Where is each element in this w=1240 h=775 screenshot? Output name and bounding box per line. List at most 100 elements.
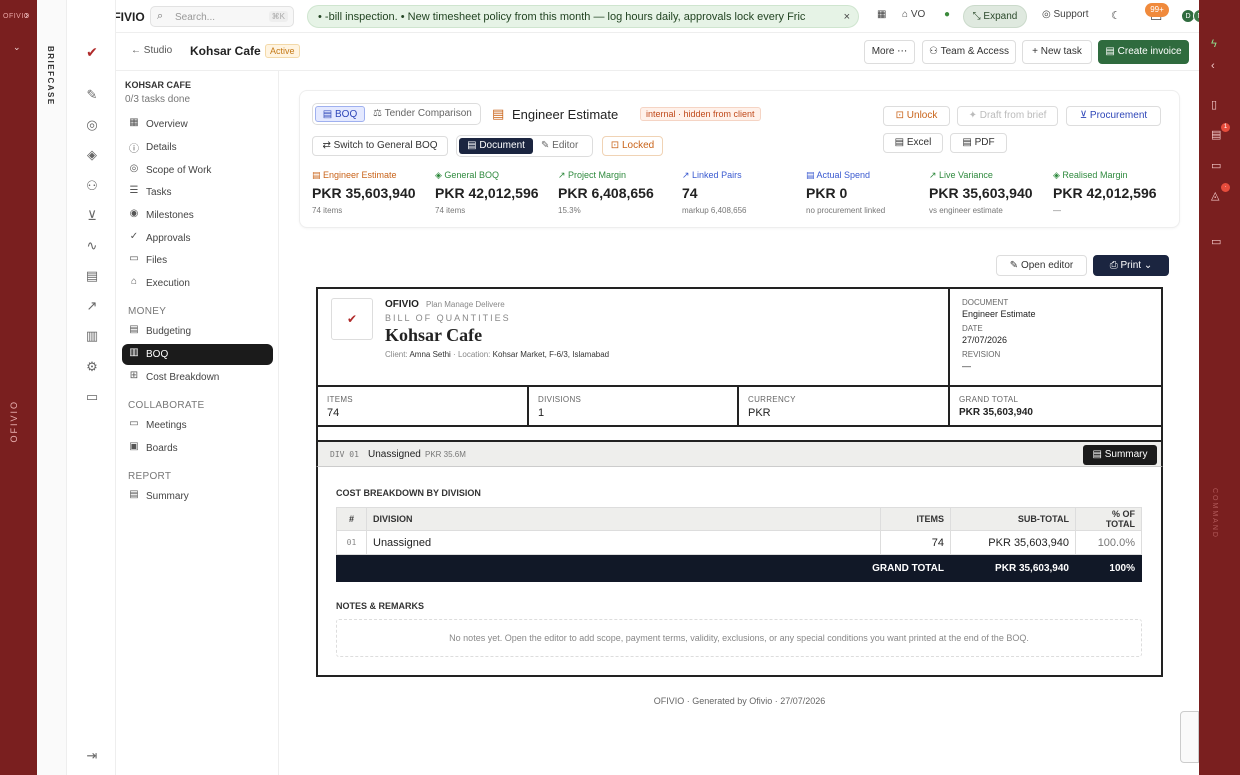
theme-toggle-icon[interactable]: ☾	[1111, 9, 1121, 22]
row-percent: 100.0%	[1075, 530, 1142, 555]
sidebar-item-label: Execution	[146, 278, 190, 289]
gear-icon[interactable]: ⚙	[84, 359, 100, 375]
logout-icon[interactable]: ⇥	[84, 748, 100, 764]
top-bar: O OFIVIO ⌕ Search... ⌘K • -bill inspecti…	[67, 0, 1231, 33]
sidebar-item-milestones[interactable]: ◉ Milestones	[122, 205, 273, 226]
division-table: # DIVISION ITEMS SUB-TOTAL % OF TOTAL 01…	[336, 507, 1142, 582]
locked-badge: ⊡ Locked	[602, 136, 663, 156]
tab-document[interactable]: ▤ Document	[459, 138, 533, 154]
sidebar-item-tasks[interactable]: ☰ Tasks	[122, 182, 273, 203]
doc-tagline: Plan Manage Delivere	[426, 300, 505, 309]
cart-icon[interactable]: ⊻	[84, 208, 100, 224]
print-button[interactable]: ⎙ Print ⌄	[1093, 255, 1169, 276]
trend-icon[interactable]: ↗	[84, 298, 100, 314]
meta-value: 74	[327, 407, 340, 419]
pencil-icon[interactable]: ✎	[84, 87, 100, 103]
team-access-button[interactable]: ⚇ Team & Access	[922, 40, 1016, 64]
project-header: ← Studio Kohsar Cafe Active More ⋯ ⚇ Tea…	[116, 33, 1199, 71]
tab-boq-label: BOQ	[335, 109, 358, 120]
division-code: DIV 01	[330, 450, 359, 459]
briefcase-strip[interactable]: BRIEFCASE	[37, 0, 67, 775]
target-icon[interactable]: ◎	[84, 117, 100, 133]
view-mode-switcher: ▤ Document ✎ Editor	[456, 135, 593, 157]
draft-from-brief-button[interactable]: ✦ Draft from brief	[957, 106, 1058, 126]
vo-icon[interactable]: ⌂ VO	[902, 9, 925, 20]
mic-icon[interactable]: ●	[944, 9, 950, 20]
layers-icon[interactable]: ◈	[84, 147, 100, 163]
pulse-icon[interactable]: ∿	[84, 238, 100, 254]
table-row[interactable]: 01 Unassigned 74 PKR 35,603,940 100.0%	[336, 530, 1142, 555]
switch-general-boq-button[interactable]: ⇄ Switch to General BOQ	[312, 136, 448, 156]
notes-empty: No notes yet. Open the editor to add sco…	[336, 619, 1142, 657]
apps-grid-icon[interactable]: ▦	[877, 9, 886, 20]
approval-icon: ✓	[129, 231, 139, 242]
support-button[interactable]: ◎ Support	[1042, 9, 1089, 20]
open-editor-button[interactable]: ✎ Open editor	[996, 255, 1087, 276]
doc-kind: BILL OF QUANTITIES	[385, 313, 511, 323]
excel-button[interactable]: ▤ Excel	[883, 133, 943, 153]
tab-editor[interactable]: ✎ Editor	[541, 138, 578, 154]
sidebar-item-label: Meetings	[146, 420, 187, 431]
search-input[interactable]: ⌕ Search... ⌘K	[150, 6, 294, 27]
col-index: #	[336, 507, 367, 531]
date-label: DATE	[962, 324, 983, 333]
tab-document-label: Document	[479, 140, 525, 151]
sidebar-item-boq[interactable]: ▥ BOQ	[122, 344, 273, 365]
sidebar-item-boards[interactable]: ▣ Boards	[122, 438, 273, 459]
sidebar-item-files[interactable]: ▭ Files	[122, 250, 273, 271]
bell-icon[interactable]: ◬	[1211, 189, 1219, 202]
excel-label: Excel	[906, 137, 932, 148]
new-task-button[interactable]: + New task	[1022, 40, 1092, 64]
date-value: 27/07/2026	[962, 335, 1008, 345]
bank-icon[interactable]: ▤	[84, 268, 100, 284]
tab-tender-comparison[interactable]: ⚖ Tender Comparison	[373, 106, 472, 122]
sidebar-item-approvals[interactable]: ✓ Approvals	[122, 228, 273, 249]
support-label: Support	[1053, 9, 1089, 20]
calendar-icon[interactable]: ▤	[1211, 128, 1221, 141]
sidebar-item-label: Cost Breakdown	[146, 372, 220, 383]
section-collaborate: COLLABORATE	[128, 400, 205, 411]
breadcrumb-back[interactable]: ← Studio	[131, 45, 172, 56]
archive-icon[interactable]: ▭	[84, 389, 100, 405]
notification-count: 99+	[1145, 3, 1169, 17]
sidebar-item-cost-breakdown[interactable]: ⊞ Cost Breakdown	[122, 367, 273, 388]
doc-client-line: Client: Amna Sethi · Location: Kohsar Ma…	[385, 350, 610, 359]
chevron-left-icon[interactable]: ‹	[1211, 60, 1215, 72]
pdf-button[interactable]: ▤ PDF	[950, 133, 1007, 153]
doc-meta-panel: DOCUMENT Engineer Estimate DATE 27/07/20…	[950, 289, 1161, 387]
create-invoice-button[interactable]: ▤ Create invoice	[1098, 40, 1189, 64]
chat-icon[interactable]: ▭	[1211, 235, 1221, 248]
book-icon[interactable]: ▯	[1211, 98, 1217, 111]
expand-label: Expand	[983, 11, 1018, 22]
sidebar-item-details[interactable]: ⓘ Details	[122, 137, 273, 158]
sidebar-item-meetings[interactable]: ▭ Meetings	[122, 415, 273, 436]
sidebar-item-scope[interactable]: ◎ Scope of Work	[122, 160, 273, 181]
tab-tender-label: Tender Comparison	[384, 108, 472, 119]
chevron-down-icon[interactable]: ⌄	[13, 42, 21, 53]
check-icon[interactable]: ✔	[84, 44, 100, 60]
procurement-button[interactable]: ⊻ Procurement	[1066, 106, 1161, 126]
sidebar-item-execution[interactable]: ⌂ Execution	[122, 273, 273, 294]
tab-boq[interactable]: ▤ BOQ	[315, 106, 365, 122]
summary-button[interactable]: ▤ Summary	[1083, 445, 1157, 465]
unlock-button[interactable]: ⊡ Unlock	[883, 106, 950, 126]
document-icon[interactable]: ▭	[1211, 159, 1221, 172]
division-amount: PKR 35.6M	[425, 450, 466, 459]
building-icon[interactable]: ▥	[84, 328, 100, 344]
sidebar-item-overview[interactable]: ▦ Overview	[122, 114, 273, 135]
section-report: REPORT	[128, 471, 172, 482]
people-icon[interactable]: ⚇	[84, 178, 100, 194]
expand-button[interactable]: ⤡ Expand	[963, 5, 1027, 28]
meta-currency: CURRENCY PKR	[739, 387, 950, 427]
close-icon[interactable]: ×	[844, 11, 850, 23]
more-button[interactable]: More ⋯	[864, 40, 915, 64]
sidebar-item-label: Files	[146, 255, 168, 266]
row-division: Unassigned	[366, 530, 881, 555]
estimate-title: Engineer Estimate	[512, 107, 619, 122]
floating-widget[interactable]	[1180, 711, 1199, 763]
expand-rail-icon[interactable]: ›	[25, 10, 28, 21]
search-placeholder: Search...	[175, 12, 216, 23]
bolt-icon[interactable]: ϟ	[1211, 38, 1217, 50]
sidebar-item-summary[interactable]: ▤ Summary	[122, 486, 273, 507]
sidebar-item-budgeting[interactable]: ▤ Budgeting	[122, 321, 273, 342]
